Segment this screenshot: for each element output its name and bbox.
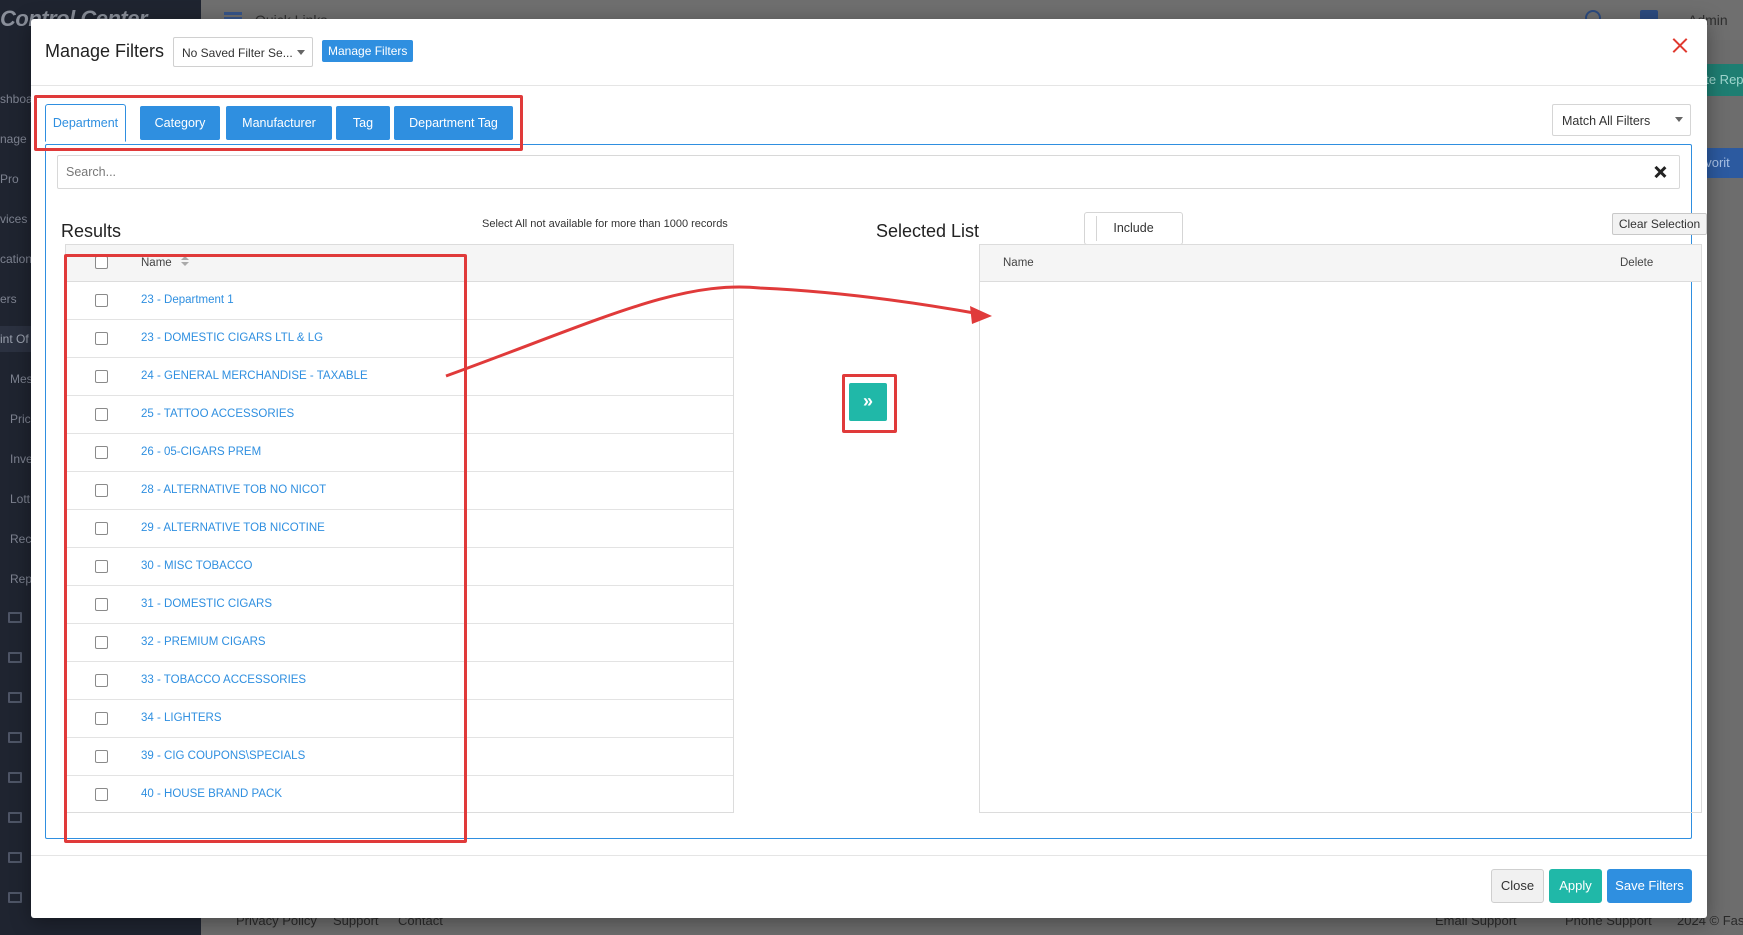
close-icon[interactable]	[1669, 35, 1691, 57]
chevron-down-icon	[1675, 117, 1683, 122]
saved-filter-select-value: No Saved Filter Se...	[182, 46, 293, 60]
annotation-box-results	[64, 254, 467, 843]
match-filters-value: Match All Filters	[1562, 114, 1651, 128]
modal-title: Manage Filters	[45, 41, 165, 61]
background-nav-icon	[8, 652, 22, 663]
search-box	[57, 155, 1680, 189]
background-nav-icon	[8, 852, 22, 863]
match-filters-select[interactable]: Match All Filters	[1552, 104, 1691, 136]
apply-button[interactable]: Apply	[1549, 869, 1602, 903]
column-header-delete: Delete	[1620, 257, 1654, 269]
modal-header: Manage Filters No Saved Filter Se... Man…	[31, 19, 1707, 86]
include-toggle-label: Include	[1113, 221, 1154, 235]
selected-list-title: Selected List	[876, 221, 980, 241]
search-input[interactable]	[58, 156, 1679, 188]
results-title: Results	[61, 221, 122, 241]
annotation-box-move-button	[842, 374, 897, 433]
manage-filters-button[interactable]: Manage Filters	[322, 40, 414, 62]
background-nav-icon	[8, 812, 22, 823]
background-nav-icon	[8, 692, 22, 703]
save-filters-button[interactable]: Save Filters	[1607, 869, 1692, 903]
clear-search-icon[interactable]	[1653, 165, 1667, 179]
results-note: Select All not available for more than 1…	[482, 218, 728, 230]
saved-filter-select[interactable]: No Saved Filter Se...	[173, 37, 313, 67]
background-nav-icon	[8, 892, 22, 903]
selected-table: Name Delete	[979, 244, 1702, 813]
column-header-name: Name	[1003, 257, 1034, 269]
chevron-down-icon	[297, 50, 305, 55]
toggle-knob	[1088, 216, 1097, 241]
modal-footer: Close Apply Save Filters	[31, 855, 1707, 918]
background-nav-icon	[8, 772, 22, 783]
clear-selection-button[interactable]: Clear Selection	[1612, 213, 1707, 235]
selected-table-header: Name Delete	[980, 245, 1701, 282]
background-nav-icon	[8, 612, 22, 623]
close-button[interactable]: Close	[1491, 869, 1544, 903]
annotation-box-tabs	[34, 95, 523, 151]
background-nav-icon	[8, 732, 22, 743]
include-toggle[interactable]: Include	[1084, 212, 1183, 245]
